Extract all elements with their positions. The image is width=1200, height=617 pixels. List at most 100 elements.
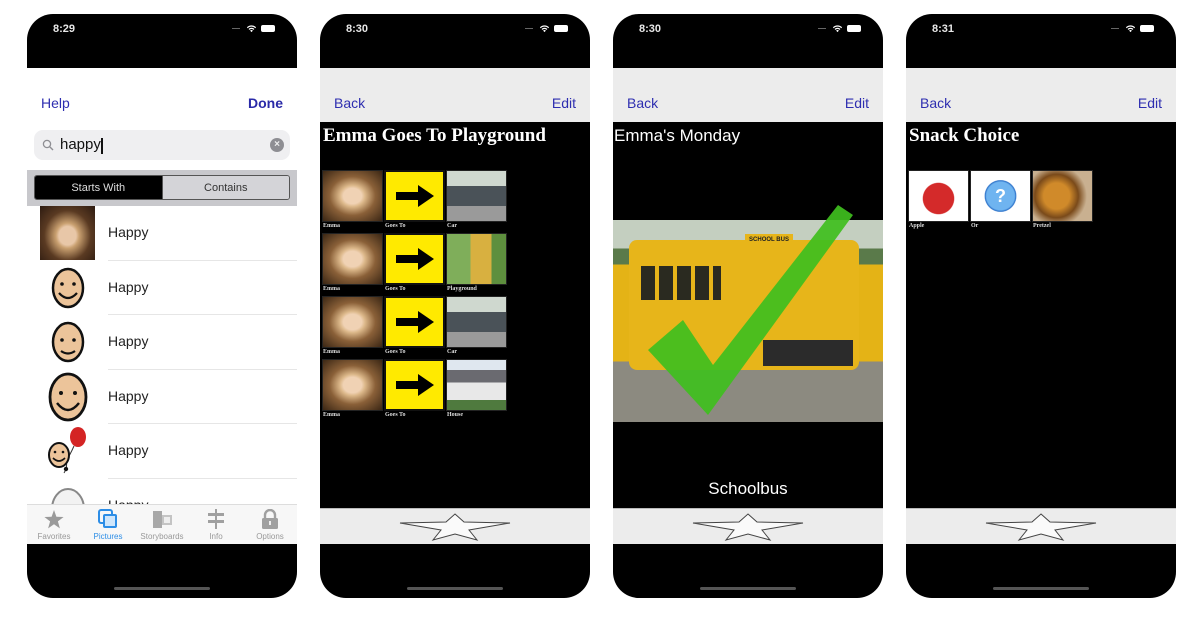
segment-starts-with[interactable]: Starts With	[35, 176, 162, 199]
status-icons	[525, 24, 568, 33]
done-button[interactable]: Done	[248, 95, 283, 111]
battery-icon	[261, 25, 275, 32]
cell-caption: Playground	[447, 286, 477, 292]
storyboard-grid: Emma Goes To Car Emma Goes To Playground…	[322, 170, 507, 422]
storyboard-cell[interactable]: Emma	[322, 233, 383, 296]
storyboard-cell[interactable]: House	[446, 359, 507, 422]
text-caret	[100, 137, 103, 154]
tab-pictures[interactable]: Pictures	[81, 505, 135, 544]
tab-info[interactable]: Info	[189, 505, 243, 544]
car-photo	[446, 170, 507, 222]
clear-search-icon[interactable]: ×	[270, 138, 284, 152]
edit-button[interactable]: Edit	[1138, 95, 1162, 111]
search-bar[interactable]: happy ×	[34, 130, 290, 160]
storyboard-cell[interactable]: Goes To	[384, 233, 445, 296]
back-button[interactable]: Back	[627, 95, 658, 111]
tab-label: Pictures	[93, 532, 123, 541]
star-favorite-icon[interactable]	[691, 512, 805, 542]
home-indicator[interactable]	[700, 587, 796, 590]
storyboard-cell[interactable]: Pretzel	[1032, 170, 1093, 233]
segment-contains[interactable]: Contains	[161, 176, 289, 199]
arrow-right-icon	[384, 233, 445, 285]
cell-caption: Or	[971, 223, 979, 229]
storyboard-row: Emma Goes To Playground	[322, 233, 507, 296]
tab-label: Favorites	[37, 532, 71, 541]
tab-label: Options	[256, 532, 284, 541]
phone-storyboard-monday: 8:30 Back Edit Emma's Monday SCHOOL BUS …	[613, 14, 883, 598]
search-input[interactable]: happy	[60, 136, 270, 154]
storyboard-cell[interactable]: ? Or	[970, 170, 1031, 233]
wifi-icon	[832, 25, 843, 33]
wifi-icon	[539, 25, 550, 33]
storyboard-cell[interactable]: Car	[446, 170, 507, 233]
storyboard-cell[interactable]: Playground	[446, 233, 507, 296]
status-bar: 8:30	[320, 14, 590, 68]
list-item[interactable]: Happy	[27, 261, 297, 315]
home-indicator[interactable]	[114, 587, 210, 590]
status-time: 8:30	[346, 23, 369, 35]
phone-picture-search: 8:29 Help Done happy × Starts With Conta…	[27, 14, 297, 598]
battery-icon	[554, 25, 568, 32]
list-item[interactable]: Happy	[27, 206, 297, 261]
storyboard-footer	[613, 508, 883, 544]
storyboard-cell[interactable]: Emma	[322, 359, 383, 422]
lock-icon	[259, 509, 281, 529]
storyboard-cell[interactable]: Emma	[322, 170, 383, 233]
list-item[interactable]: Happy	[27, 479, 297, 504]
storyboard-cell[interactable]: Apple	[908, 170, 969, 233]
edit-button[interactable]: Edit	[552, 95, 576, 111]
star-favorite-icon[interactable]	[398, 512, 512, 542]
star-icon	[43, 509, 65, 529]
back-button[interactable]: Back	[920, 95, 951, 111]
storyboard-title: Emma's Monday	[614, 126, 741, 145]
edit-button[interactable]: Edit	[845, 95, 869, 111]
girl-photo-thumbnail	[40, 206, 95, 260]
wifi-icon	[1125, 25, 1136, 33]
result-label: Happy	[108, 333, 149, 349]
green-checkmark-icon	[648, 205, 853, 415]
tab-storyboards[interactable]: Storyboards	[135, 505, 189, 544]
car-photo	[446, 296, 507, 348]
signal-icon	[818, 28, 826, 29]
storyboard-grid: Apple ? Or Pretzel	[908, 170, 1093, 233]
storyboard-cell[interactable]: Car	[446, 296, 507, 359]
cell-caption: Emma	[323, 286, 340, 292]
home-indicator[interactable]	[993, 587, 1089, 590]
cell-caption: Car	[447, 349, 457, 355]
storyboard-canvas: Emma's Monday SCHOOL BUS Schoolbus	[613, 122, 883, 508]
status-icons	[232, 24, 275, 33]
tab-label: Info	[209, 532, 223, 541]
tab-favorites[interactable]: Favorites	[27, 505, 81, 544]
storyboard-row: Emma Goes To Car	[322, 296, 507, 359]
storyboard-cell[interactable]: Goes To	[384, 170, 445, 233]
smiley-face-icon	[40, 261, 95, 315]
signal-icon	[232, 28, 240, 29]
star-favorite-icon[interactable]	[984, 512, 1098, 542]
search-mode-segmented-control: Starts With Contains	[34, 175, 290, 200]
phone-storyboard-playground: 8:30 Back Edit Emma Goes To Playground E…	[320, 14, 590, 598]
nav-bar: Back Edit	[320, 68, 590, 122]
cell-caption: Emma	[323, 412, 340, 418]
home-indicator[interactable]	[407, 587, 503, 590]
list-item[interactable]: Happy	[27, 370, 297, 424]
cell-caption: Apple	[909, 223, 925, 229]
help-button[interactable]: Help	[41, 95, 70, 111]
list-item[interactable]: Happy	[27, 315, 297, 370]
smiley-balloon-icon	[40, 424, 95, 478]
storyboard-cell[interactable]: Goes To	[384, 296, 445, 359]
signpost-icon	[205, 509, 227, 529]
storyboard-row: Apple ? Or Pretzel	[908, 170, 1093, 233]
emma-photo	[322, 296, 383, 348]
status-bar: 8:30	[613, 14, 883, 68]
storyboard-cell[interactable]: Emma	[322, 296, 383, 359]
cell-caption: Goes To	[385, 286, 406, 292]
tab-options[interactable]: Options	[243, 505, 297, 544]
storyboard-cell[interactable]: Goes To	[384, 359, 445, 422]
list-item[interactable]: Happy	[27, 424, 297, 479]
arrow-right-icon	[384, 359, 445, 411]
smiley-face-icon	[40, 315, 95, 369]
result-label: Happy	[108, 442, 149, 458]
arrow-right-icon	[384, 170, 445, 222]
cell-caption: House	[447, 412, 464, 418]
back-button[interactable]: Back	[334, 95, 365, 111]
